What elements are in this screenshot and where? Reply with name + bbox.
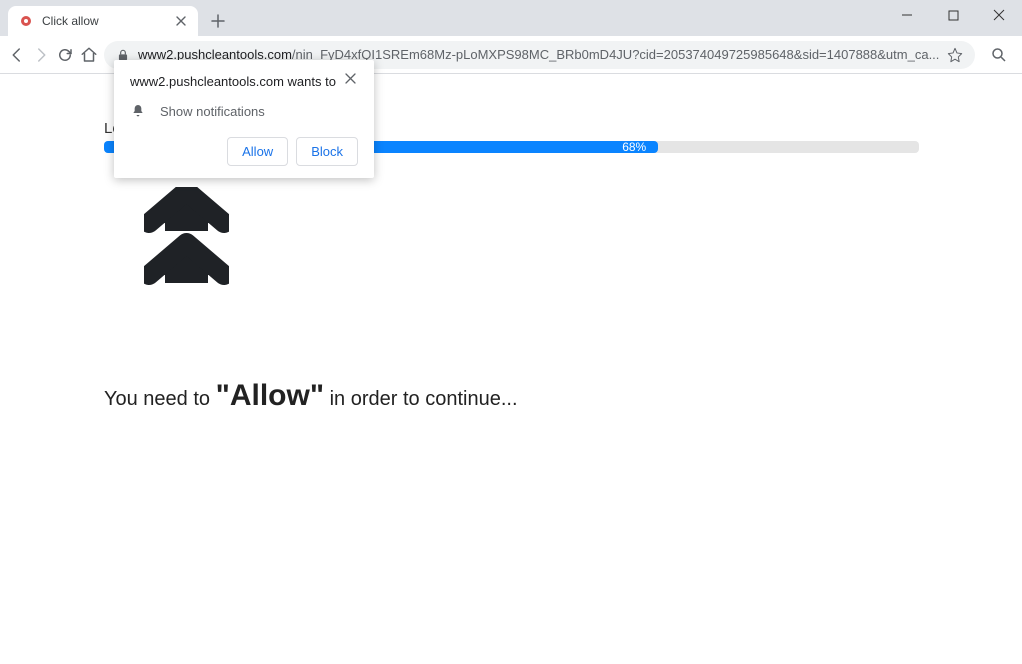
tab-favicon-icon <box>18 13 34 29</box>
tab-title: Click allow <box>42 14 99 28</box>
zoom-icon[interactable] <box>985 41 1013 69</box>
url-path: /nin_FyD4xfQI1SREm68Mz-pLoMXPS98MC_BRb0m… <box>292 47 940 62</box>
message-prefix: You need to <box>104 388 216 410</box>
pointing-arrows-icon <box>144 187 229 297</box>
block-button[interactable]: Block <box>296 137 358 166</box>
message-suffix: in order to continue... <box>324 388 517 410</box>
new-tab-button[interactable] <box>204 7 232 35</box>
bell-icon <box>130 103 146 119</box>
browser-tab[interactable]: Click allow <box>8 6 198 36</box>
maximize-button[interactable] <box>930 0 976 30</box>
forward-button[interactable] <box>32 41 50 69</box>
permission-origin-text: www2.pushcleantools.com wants to <box>130 74 342 89</box>
tab-close-icon[interactable] <box>174 14 188 28</box>
permission-show-notifications: Show notifications <box>160 104 265 119</box>
message-emphasis: "Allow" <box>216 379 324 412</box>
minimize-button[interactable] <box>884 0 930 30</box>
window-controls <box>884 0 1022 30</box>
reload-button[interactable] <box>56 41 74 69</box>
allow-button[interactable]: Allow <box>227 137 288 166</box>
home-button[interactable] <box>80 41 98 69</box>
bookmark-star-icon[interactable] <box>947 47 963 63</box>
close-window-button[interactable] <box>976 0 1022 30</box>
back-button[interactable] <box>8 41 26 69</box>
toolbar-right <box>981 41 1022 69</box>
progress-percent-label: 68% <box>622 140 646 154</box>
permission-close-icon[interactable] <box>342 70 358 86</box>
instruction-message: You need to "Allow" in order to continue… <box>104 379 518 413</box>
browser-titlebar: Click allow <box>0 0 1022 36</box>
notification-permission-popup: www2.pushcleantools.com wants to Show no… <box>114 60 374 178</box>
